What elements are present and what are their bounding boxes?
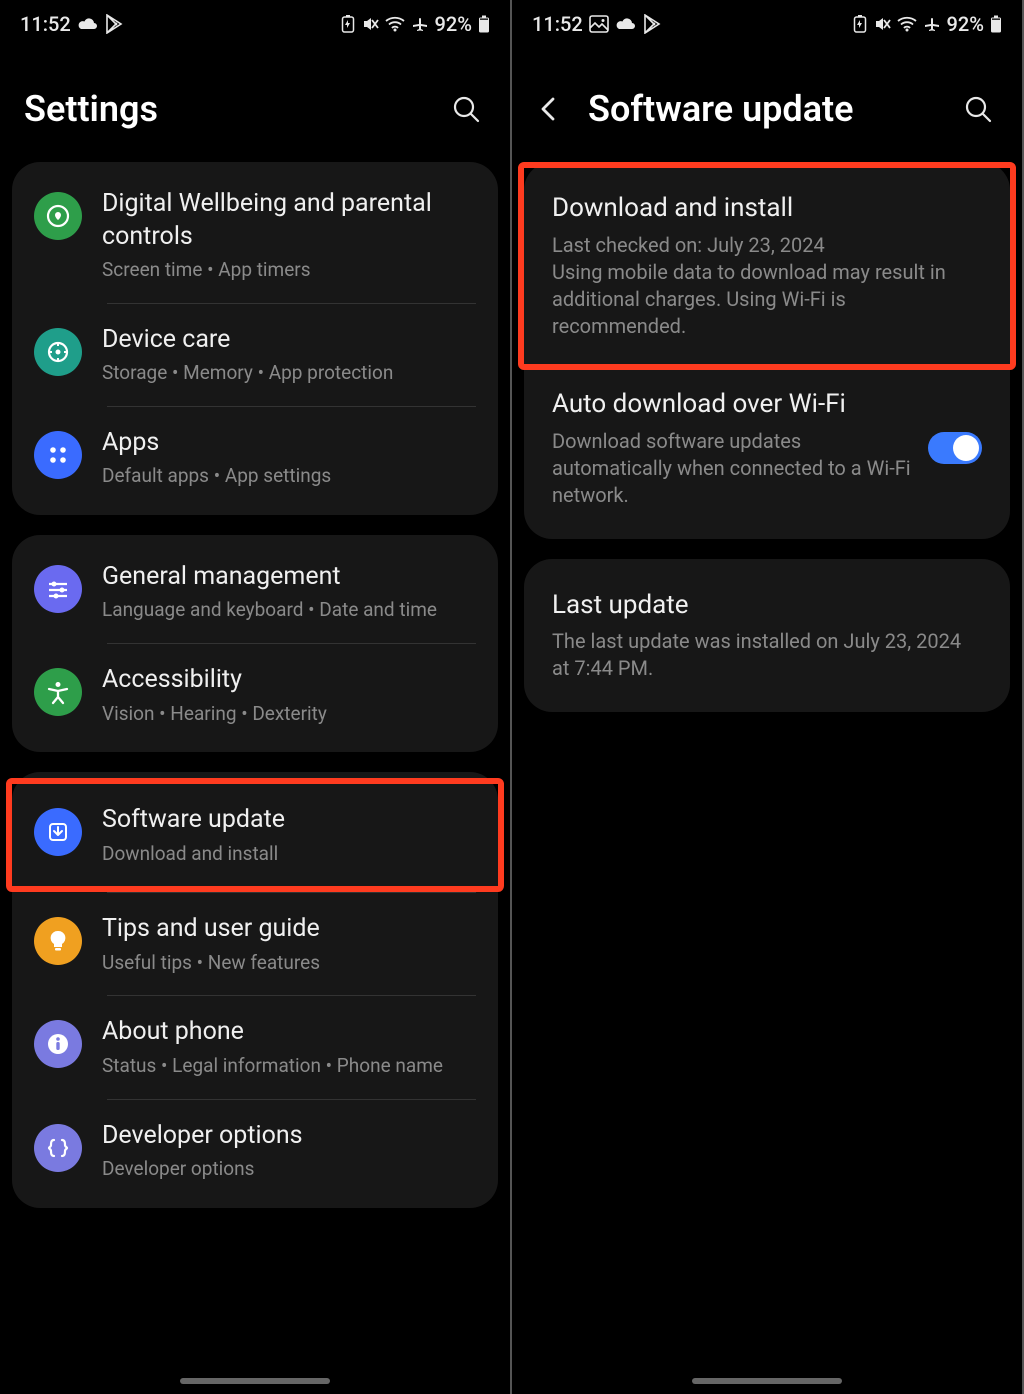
devicecare-icon xyxy=(34,328,82,376)
cloud-icon xyxy=(615,16,637,32)
general-icon xyxy=(34,565,82,613)
status-battery-text: 92% xyxy=(435,12,472,36)
item-title: Software update xyxy=(102,804,476,837)
battery-saver-icon xyxy=(341,15,355,33)
settings-item[interactable]: Accessibility Vision • Hearing • Dexterit… xyxy=(12,644,498,746)
item-title: Accessibility xyxy=(102,664,476,697)
item-subtitle: Download and install xyxy=(102,841,476,867)
update-list: Download and install Last checked on: Jul… xyxy=(512,162,1022,1394)
cloud-icon xyxy=(77,16,99,32)
tips-icon xyxy=(34,917,82,965)
update-group: Last update The last update was installed… xyxy=(524,559,1010,713)
search-icon xyxy=(451,94,481,124)
settings-item[interactable]: Digital Wellbeing and parental controls S… xyxy=(12,168,498,303)
chevron-left-icon xyxy=(536,96,562,122)
search-button[interactable] xyxy=(446,94,486,124)
about-icon xyxy=(34,1020,82,1068)
play-store-icon xyxy=(643,14,661,34)
item-subtitle: Screen time • App timers xyxy=(102,257,476,283)
item-subtitle: Default apps • App settings xyxy=(102,463,476,489)
item-subtitle: Vision • Hearing • Dexterity xyxy=(102,701,476,727)
battery-icon xyxy=(478,15,490,33)
item-title: Apps xyxy=(102,427,476,460)
airplane-icon xyxy=(923,15,941,33)
play-store-icon xyxy=(105,14,123,34)
mute-icon xyxy=(361,15,379,33)
settings-item[interactable]: Tips and user guide Useful tips • New fea… xyxy=(12,893,498,995)
a11y-icon xyxy=(34,668,82,716)
item-subtitle: Download software updates automatically … xyxy=(552,428,912,509)
settings-group: Digital Wellbeing and parental controls S… xyxy=(12,162,498,515)
phone-left: 11:52 92% xyxy=(0,0,512,1394)
item-title: Developer options xyxy=(102,1120,476,1153)
settings-item[interactable]: Software update Download and install xyxy=(6,778,504,892)
item-subtitle: Storage • Memory • App protection xyxy=(102,360,476,386)
item-title: Last update xyxy=(552,589,982,623)
status-bar: 11:52 92% xyxy=(0,0,510,48)
apps-icon xyxy=(34,431,82,479)
item-title: About phone xyxy=(102,1016,476,1049)
item-title: Digital Wellbeing and parental controls xyxy=(102,188,476,253)
nav-pill[interactable] xyxy=(180,1378,330,1384)
dev-icon xyxy=(34,1124,82,1172)
settings-item[interactable]: General management Language and keyboard … xyxy=(12,541,498,643)
item-subtitle: Language and keyboard • Date and time xyxy=(102,597,476,623)
item-title: Auto download over Wi-Fi xyxy=(552,388,912,422)
item-title: Tips and user guide xyxy=(102,913,476,946)
phone-right: 11:52 92% xyxy=(512,0,1024,1394)
update-item[interactable]: Download and install Last checked on: Jul… xyxy=(518,162,1016,370)
nav-pill[interactable] xyxy=(692,1378,842,1384)
back-button[interactable] xyxy=(536,96,576,122)
item-subtitle: Useful tips • New features xyxy=(102,950,476,976)
wifi-icon xyxy=(897,16,917,32)
toggle-switch[interactable] xyxy=(928,432,982,464)
settings-group: Software update Download and install Tips … xyxy=(12,772,498,1208)
airplane-icon xyxy=(411,15,429,33)
settings-list: Digital Wellbeing and parental controls S… xyxy=(0,162,510,1394)
status-bar: 11:52 92% xyxy=(512,0,1022,48)
search-icon xyxy=(963,94,993,124)
image-icon xyxy=(589,15,609,33)
update-item[interactable]: Auto download over Wi-Fi Download softwar… xyxy=(524,364,1010,533)
status-battery-text: 92% xyxy=(947,12,984,36)
page-title: Settings xyxy=(24,88,434,130)
battery-saver-icon xyxy=(853,15,867,33)
header: Software update xyxy=(512,48,1022,162)
settings-item[interactable]: Apps Default apps • App settings xyxy=(12,407,498,509)
mute-icon xyxy=(873,15,891,33)
item-subtitle: Status • Legal information • Phone name xyxy=(102,1053,476,1079)
search-button[interactable] xyxy=(958,94,998,124)
wifi-icon xyxy=(385,16,405,32)
status-time: 11:52 xyxy=(532,12,583,36)
update-icon xyxy=(34,808,82,856)
update-group: Download and install Last checked on: Jul… xyxy=(524,162,1010,539)
battery-icon xyxy=(990,15,1002,33)
item-subtitle: Last checked on: July 23, 2024Using mobi… xyxy=(552,232,982,340)
item-title: Download and install xyxy=(552,192,982,226)
settings-group: General management Language and keyboard … xyxy=(12,535,498,752)
page-title: Software update xyxy=(588,88,946,130)
settings-item[interactable]: Device care Storage • Memory • App protec… xyxy=(12,304,498,406)
settings-item[interactable]: About phone Status • Legal information • … xyxy=(12,996,498,1098)
wellbeing-icon xyxy=(34,192,82,240)
header: Settings xyxy=(0,48,510,162)
settings-item[interactable]: Developer options Developer options xyxy=(12,1100,498,1202)
item-title: General management xyxy=(102,561,476,594)
item-title: Device care xyxy=(102,324,476,357)
update-item[interactable]: Last update The last update was installed… xyxy=(524,565,1010,707)
status-time: 11:52 xyxy=(20,12,71,36)
item-subtitle: Developer options xyxy=(102,1156,476,1182)
item-subtitle: The last update was installed on July 23… xyxy=(552,628,982,682)
